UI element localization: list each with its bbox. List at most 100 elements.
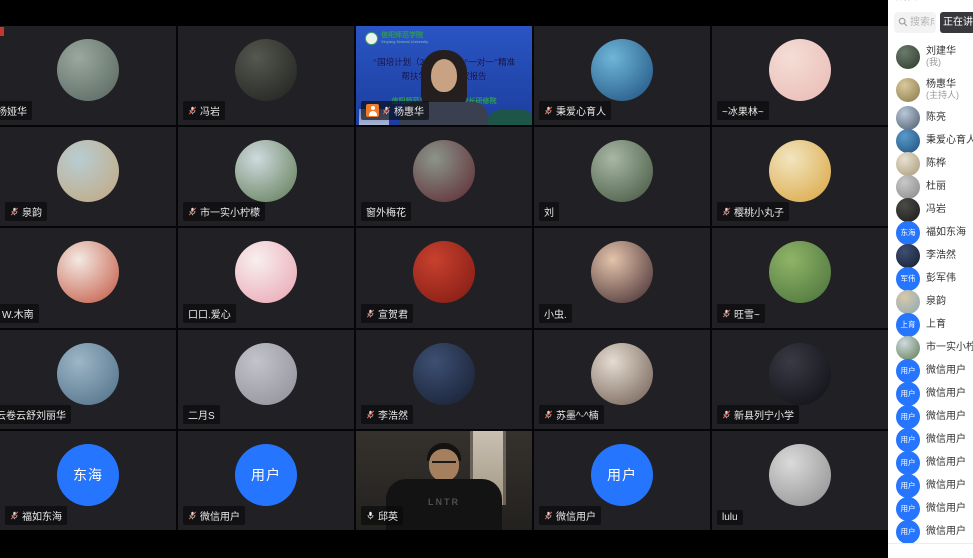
member-avatar: 上育 [896,313,920,337]
participant-name-pill: ~冰果林~ [717,101,769,120]
member-list-item[interactable]: 军伟 彭军伟 [888,267,973,290]
participant-tile[interactable]: 樱桃小丸子 [712,127,888,226]
member-list-item[interactable]: 用户 微信用户 [888,474,973,497]
participant-name-pill: 云卷云舒刘丽华 [0,405,71,424]
member-name: 杜丽 [926,181,946,193]
participant-avatar [235,140,297,202]
participant-tile[interactable]: 东海 福如东海 [0,431,176,530]
participant-tile[interactable]: 用户 微信用户 [534,431,710,530]
participant-avatar [769,39,831,101]
participant-tile[interactable]: 窗外梅花 [356,127,532,226]
member-name: 彭军伟 [926,273,956,285]
speaking-filter-button[interactable]: 正在讲话 [940,12,973,33]
member-list-item[interactable]: 用户 微信用户 [888,359,973,382]
participant-tile[interactable]: 新县列宁小学 [712,330,888,429]
participant-avatar [57,140,119,202]
participant-name: ~冰果林~ [722,103,764,118]
mic-muted-icon [366,409,375,420]
member-avatar: 用户 [896,451,920,475]
member-name: 微信用户 [926,365,966,377]
participant-tile[interactable]: W.木南 [0,228,176,327]
mic-muted-icon [544,409,553,420]
member-list-item[interactable]: 冯岩 [888,198,973,221]
participant-name: 刘 [544,204,554,219]
webcam-tile[interactable]: LNTR 邱英 [356,431,532,530]
participant-name-pill: 口口.爱心 [183,304,236,323]
participant-tile[interactable]: 苏墨^-^楠 [534,330,710,429]
participant-tile[interactable]: 云卷云舒刘丽华 [0,330,176,429]
participant-tile[interactable]: 口口.爱心 [178,228,354,327]
participant-tile[interactable]: 用户 微信用户 [178,431,354,530]
member-role: (主持人) [926,90,959,100]
member-avatar: 用户 [896,497,920,521]
participant-tile[interactable]: 宣贺君 [356,228,532,327]
member-list-item[interactable]: 泉韵 [888,290,973,313]
member-avatar [896,290,920,314]
member-name: 市一实小柠檬 [926,342,973,354]
participant-tile[interactable]: 市一实小柠檬 [178,127,354,226]
participant-name-pill: 福如东海 [5,506,67,525]
member-list-item[interactable]: 李浩然 [888,244,973,267]
participant-tile[interactable]: 二月S [178,330,354,429]
member-avatar [896,106,920,130]
participant-name: 口口.爱心 [188,306,231,321]
member-list-item[interactable]: 刘建华 (我) [888,40,973,73]
member-list-item[interactable]: 用户 微信用户 [888,497,973,520]
university-logo: 信阳师范学院 Xinyang Normal University [365,32,428,45]
member-name: 李浩然 [926,250,956,262]
member-avatar: 军伟 [896,267,920,291]
member-avatar [896,244,920,268]
participant-name: 秉爱心育人 [556,103,606,118]
member-list-item[interactable]: 市一实小柠檬 [888,336,973,359]
participant-tile[interactable]: 小虫. [534,228,710,327]
member-list-item[interactable]: 陈桦 [888,152,973,175]
participant-name-pill: 秉爱心育人 [539,101,611,120]
participant-name: W.木南 [2,306,34,321]
mic-muted-icon [366,308,375,319]
participant-name-pill: 李浩然 [361,405,413,424]
participant-avatar: 用户 [235,444,297,506]
participant-name-pill: 宣贺君 [361,304,413,323]
member-avatar [896,198,920,222]
mic-muted-icon [382,105,391,116]
participant-tile[interactable]: 杨娅华 [0,26,176,125]
member-avatar [896,129,920,153]
member-list-item[interactable]: 用户 微信用户 [888,382,973,405]
participant-tile[interactable]: 秉爱心育人 [534,26,710,125]
member-list-item[interactable]: 用户 微信用户 [888,520,973,543]
screen-edge-artifact [0,27,4,36]
participant-avatar [591,39,653,101]
participant-avatar [769,343,831,405]
member-list-item[interactable]: 陈亮 [888,106,973,129]
member-name: 刘建华 [926,46,956,58]
participant-tile[interactable]: 旺雪~ [712,228,888,327]
participant-tile[interactable]: 泉韵 [0,127,176,226]
member-list-item[interactable]: 杨惠华 (主持人) [888,73,973,106]
mic-muted-icon [10,206,19,217]
member-list-item[interactable]: 用户 微信用户 [888,451,973,474]
mic-muted-icon [722,409,731,420]
participant-avatar [235,241,297,303]
member-avatar: 东海 [896,221,920,245]
mic-muted-icon [188,510,197,521]
participant-name: 邱英 [378,508,398,523]
search-icon [898,17,908,27]
participant-tile[interactable]: lulu [712,431,888,530]
member-list-item[interactable]: 用户 微信用户 [888,428,973,451]
member-list-item[interactable]: 上育 上育 [888,313,973,336]
member-list-item[interactable]: 东海 福如东海 [888,221,973,244]
member-avatar: 用户 [896,382,920,406]
participant-tile[interactable]: 刘 [534,127,710,226]
participant-tile[interactable]: 冯岩 [178,26,354,125]
member-list-item[interactable]: 用户 微信用户 [888,405,973,428]
screen-share-tile[interactable]: 信阳师范学院 Xinyang Normal University “国培计划（2… [356,26,532,125]
participant-tile[interactable]: ~冰果林~ [712,26,888,125]
member-list-item[interactable]: 杜丽 [888,175,973,198]
participant-name-pill: 泉韵 [5,202,47,221]
participant-avatar [413,343,475,405]
member-list-item[interactable]: 秉爱心育人 [888,129,973,152]
mic-muted-icon [188,206,197,217]
bottom-bar [0,530,888,558]
participant-name: 市一实小柠檬 [200,204,260,219]
participant-tile[interactable]: 李浩然 [356,330,532,429]
